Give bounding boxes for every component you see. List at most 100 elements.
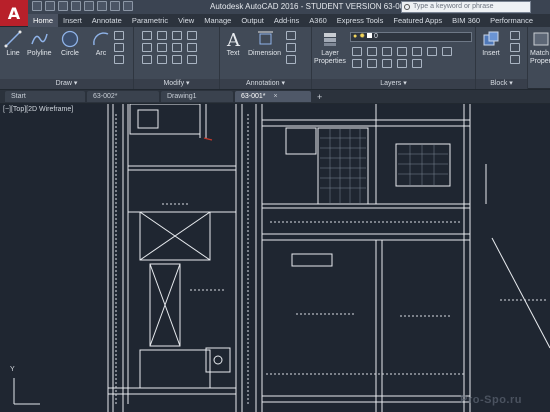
layer-previous-icon[interactable] [442,47,452,56]
array-icon[interactable] [172,55,182,64]
sun-icon: ✹ [359,33,367,40]
tab-manage[interactable]: Manage [199,14,236,27]
title-bar: A Autodesk AutoCAD 2016 - STUDENT VERSIO… [0,0,550,26]
doc-tab-start[interactable]: Start [5,91,85,102]
block-panel-label[interactable]: Block ▾ [476,79,527,89]
new-tab-icon[interactable]: + [313,92,326,102]
match-properties-button[interactable]: Match Proper [530,30,550,66]
draw-extra-tools [114,31,127,66]
save-as-icon[interactable] [71,1,81,11]
stretch-icon[interactable] [142,55,152,64]
block-tools [510,31,523,66]
gradient-icon[interactable] [114,55,124,64]
tab-bim-360[interactable]: BIM 360 [447,14,485,27]
redo-icon[interactable] [110,1,120,11]
layers-panel-label[interactable]: Layers ▾ [312,79,475,89]
open-file-icon[interactable] [45,1,55,11]
doc-tab-63-001[interactable]: 63-001* × [235,91,311,102]
layer-properties-icon [323,33,336,46]
doc-tab-label: Start [11,93,26,100]
tab-annotate[interactable]: Annotate [87,14,127,27]
move-icon[interactable] [142,31,152,40]
text-button[interactable]: A Text [224,30,242,57]
draw-panel-label[interactable]: Draw ▾ [0,79,133,89]
layer-walk-icon[interactable] [397,59,407,68]
save-icon[interactable] [58,1,68,11]
modify-panel-label[interactable]: Modify ▾ [134,79,219,89]
drawing-canvas[interactable]: [−][Top][2D Wireframe] Y Pro-Spo.ru [0,104,550,412]
layer-color-swatch [367,33,372,38]
share-icon[interactable] [123,1,133,11]
match-properties-label: Match Proper [530,50,550,65]
markup-icon[interactable] [286,55,296,64]
annotation-panel-label[interactable]: Annotation ▾ [220,79,311,89]
properties-panel: Match Proper [528,27,550,89]
tab-express-tools[interactable]: Express Tools [332,14,389,27]
tab-add-ins[interactable]: Add-ins [269,14,304,27]
edit-block-icon[interactable] [510,43,520,52]
match-layer-icon[interactable] [427,47,437,56]
fillet-icon[interactable] [172,43,182,52]
leader-icon[interactable] [286,31,296,40]
doc-tab-drawing1[interactable]: Drawing1 [161,91,233,102]
layer-unisolate-icon[interactable] [352,59,362,68]
draw-panel: Line Polyline Circle Arc Draw ▾ [0,27,134,89]
ucs-y-axis-label: Y [10,366,15,373]
print-icon[interactable] [84,1,94,11]
rotate-icon[interactable] [157,31,167,40]
erase-icon[interactable] [187,31,197,40]
svg-text:A: A [226,30,241,48]
tab-insert[interactable]: Insert [58,14,87,27]
tab-view[interactable]: View [173,14,199,27]
doc-tab-63-002[interactable]: 63-002* [87,91,159,102]
arc-label: Arc [95,50,107,57]
circle-button[interactable]: Circle [61,30,79,57]
mirror-icon[interactable] [157,43,167,52]
application-menu-button[interactable]: A [0,0,28,26]
copy-icon[interactable] [142,43,152,52]
layer-properties-label: Layer Properties [314,50,346,65]
layer-tools [352,47,455,70]
layer-dropdown[interactable]: ● ✹ 0 [350,32,472,42]
trim-icon[interactable] [172,31,182,40]
layers-panel: Layer Properties ● ✹ 0 Layers ▾ [312,27,476,89]
dimension-button[interactable]: Dimension [248,30,281,57]
layer-isolate-icon[interactable] [367,47,377,56]
make-current-icon[interactable] [412,47,422,56]
layer-lock-icon[interactable] [397,47,407,56]
tab-performance[interactable]: Performance [485,14,538,27]
modify-panel: Modify ▾ [134,27,220,89]
layer-properties-button[interactable]: Layer Properties [314,30,346,66]
layer-unlock-icon[interactable] [382,59,392,68]
tab-output[interactable]: Output [236,14,269,27]
tab-parametric[interactable]: Parametric [127,14,173,27]
arc-button[interactable]: Arc [92,30,110,57]
edit-attributes-icon[interactable] [510,55,520,64]
table-icon[interactable] [286,43,296,52]
hatch-icon[interactable] [114,43,124,52]
close-tab-icon[interactable]: × [274,93,278,100]
explode-icon[interactable] [187,43,197,52]
tab-featured-apps[interactable]: Featured Apps [388,14,447,27]
search-input[interactable]: Type a keyword or phrase [401,1,531,13]
layer-freeze-icon[interactable] [382,47,392,56]
scale-icon[interactable] [157,55,167,64]
layer-off-icon[interactable] [352,47,362,56]
create-block-icon[interactable] [510,31,520,40]
undo-icon[interactable] [97,1,107,11]
insert-block-button[interactable]: Insert [482,30,500,57]
offset-icon[interactable] [187,55,197,64]
ribbon-panel: Line Polyline Circle Arc Draw ▾ Modify ▾… [0,27,550,89]
new-file-icon[interactable] [32,1,42,11]
block-panel: Insert Block ▾ [476,27,528,89]
viewport-controls[interactable]: [−][Top][2D Wireframe] [3,106,73,113]
rectangle-icon[interactable] [114,31,124,40]
layer-merge-icon[interactable] [412,59,422,68]
tab-a360[interactable]: A360 [304,14,332,27]
line-button[interactable]: Line [4,30,22,57]
current-layer-name: 0 [373,33,378,40]
layer-thaw-icon[interactable] [367,59,377,68]
document-tabs: Start 63-002* Drawing1 63-001* × + [0,90,550,103]
tab-home[interactable]: Home [28,14,59,27]
polyline-button[interactable]: Polyline [27,30,52,57]
